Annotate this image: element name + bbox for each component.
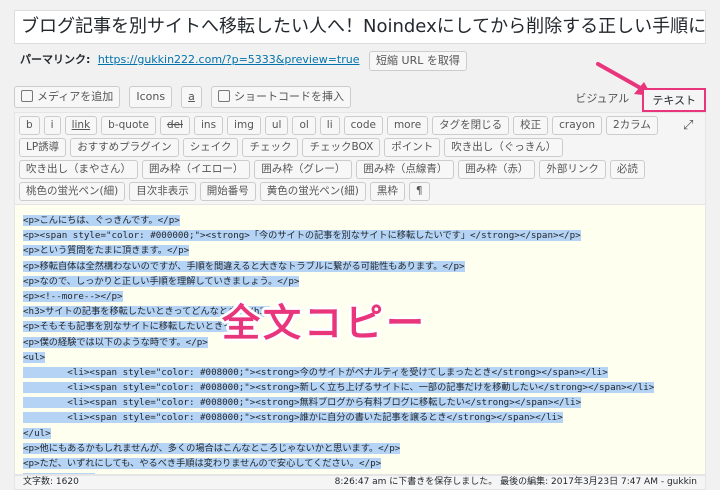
quicktag-button[interactable]: 校正 bbox=[513, 116, 549, 135]
quicktag-button[interactable]: ¶ bbox=[408, 182, 430, 201]
quicktag-button[interactable]: 吹き出し（まやさん） bbox=[19, 160, 138, 179]
quicktag-button[interactable]: img bbox=[227, 116, 261, 135]
quicktag-button[interactable]: 黒枠 bbox=[369, 182, 405, 201]
quicktag-button[interactable]: b-quote bbox=[101, 116, 156, 135]
quicktag-button[interactable]: 桃色の蛍光ペン(細) bbox=[19, 182, 126, 201]
quicktag-button[interactable]: 黄色の蛍光ペン(細) bbox=[259, 182, 366, 201]
amazon-button[interactable]: a bbox=[181, 86, 202, 108]
quicktag-button[interactable]: 囲み枠（イエロー） bbox=[142, 160, 251, 179]
quicktag-button[interactable]: ポイント bbox=[384, 138, 441, 157]
fullscreen-expand-icon[interactable]: ⤢ bbox=[683, 119, 697, 133]
quicktag-button[interactable]: 必読 bbox=[609, 160, 645, 179]
code-line: <li><span style="color: #008000;"><stron… bbox=[23, 365, 705, 380]
permalink-url[interactable]: https://gukkin222.com/?p=5333&preview=tr… bbox=[98, 53, 360, 66]
quicktag-button[interactable]: ins bbox=[194, 116, 224, 135]
code-line-text: <li><span style="color: #008000;"><stron… bbox=[23, 412, 563, 424]
quicktag-button[interactable]: チェック bbox=[242, 138, 299, 157]
code-line: <li><span style="color: #008000;"><stron… bbox=[23, 380, 705, 395]
code-line-text: <p>こんにちは、ぐっきんです。</p> bbox=[23, 215, 180, 226]
code-line: <p>こんにちは、ぐっきんです。</p> bbox=[23, 213, 705, 228]
quicktag-button[interactable]: i bbox=[43, 116, 61, 135]
code-line-text: <p><span style="color: #000000;"><strong… bbox=[23, 230, 581, 242]
code-line-text: <li><span style="color: #008000;"><stron… bbox=[23, 366, 608, 378]
icons-button[interactable]: Icons bbox=[129, 86, 173, 108]
quicktag-buttons: b i link b-quote del ins img ul ol li code more タグを閉… bbox=[19, 116, 669, 201]
quicktag-button[interactable]: LP誘導 bbox=[19, 138, 67, 157]
quicktag-button[interactable]: タグを閉じる bbox=[432, 116, 510, 135]
quicktag-button[interactable]: link bbox=[64, 116, 98, 135]
quicktag-button[interactable]: 囲み枠（グレー） bbox=[254, 160, 353, 179]
media-buttons: メディアを追加 Icons a ショートコードを挿入 bbox=[14, 86, 355, 108]
quicktag-button[interactable]: b bbox=[19, 116, 40, 135]
quicktag-button[interactable]: li bbox=[319, 116, 340, 135]
quicktag-button[interactable]: 外部リンク bbox=[539, 160, 606, 179]
code-line-text: <ul> bbox=[23, 351, 46, 363]
code-line-text: <li><span style="color: #008000;"><stron… bbox=[23, 382, 655, 394]
insert-shortcode-button[interactable]: ショートコードを挿入 bbox=[211, 86, 351, 108]
code-line-text: <p>他にもあるかもしれませんが、多くの場合はこんなところじゃないかと思います。… bbox=[23, 442, 401, 454]
code-line: <p>移転自体は全然構わないのですが、手順を間違えると大きなトラブルに繋がる可能… bbox=[23, 259, 705, 274]
code-line-text: <p>という質問をたまに頂きます。</p> bbox=[23, 245, 190, 257]
code-line-text: <p>僕の経験では以下のような時です。</p> bbox=[23, 336, 208, 348]
code-line: <p>他にもあるかもしれませんが、多くの場合はこんなところじゃないかと思います。… bbox=[23, 441, 705, 456]
quicktags-toolbar: b i link b-quote del ins img ul ol li code more タグを閉… bbox=[14, 112, 706, 205]
code-line-text: <p><!--more--></p> bbox=[23, 290, 123, 302]
quicktag-button[interactable]: 囲み枠（赤） bbox=[458, 160, 536, 179]
quicktag-button[interactable]: シェイク bbox=[182, 138, 239, 157]
permalink-label: パーマリンク: bbox=[20, 53, 91, 66]
quicktag-button[interactable]: 囲み枠（点線青） bbox=[356, 160, 455, 179]
code-line-text: <p>移転自体は全然構わないのですが、手順を間違えると大きなトラブルに繋がる可能… bbox=[23, 260, 465, 272]
code-line-text: <p>そもそも記事を別なサイトに移転したいときっ bbox=[23, 321, 232, 333]
media-icon bbox=[21, 90, 33, 102]
quicktag-button[interactable]: チェックBOX bbox=[302, 138, 381, 157]
shortcode-icon bbox=[218, 90, 230, 102]
tab-text[interactable]: テキスト bbox=[642, 88, 706, 112]
status-bar: 文字数: 1620 8:26:47 am に下書きを保存しました。 最後の編集:… bbox=[14, 475, 706, 490]
code-line: <p>ただ、いずれにしても、やるべき手順は変わりませんので安心してください。</… bbox=[23, 456, 705, 471]
quicktag-button[interactable]: 目次非表示 bbox=[129, 182, 196, 201]
tab-visual[interactable]: ビジュアル bbox=[567, 88, 637, 112]
code-line-text: <p>なので、しっかりと正しい手順を理解していきましょう。</p> bbox=[23, 275, 300, 287]
code-line: <ul> bbox=[23, 350, 705, 365]
code-line: <p>なので、しっかりと正しい手順を理解していきましょう。</p> bbox=[23, 274, 705, 289]
quicktag-button[interactable]: 2カラム bbox=[605, 116, 658, 135]
post-title-input[interactable]: ブログ記事を別サイトへ移転したい人へ！Noindexにしてから削除する正しい手順… bbox=[14, 10, 706, 44]
code-line-text: <li><span style="color: #008000;"><stron… bbox=[23, 397, 582, 409]
add-media-button[interactable]: メディアを追加 bbox=[14, 86, 121, 108]
quicktag-button[interactable]: del bbox=[159, 116, 190, 135]
code-line: <li><span style="color: #008000;"><stron… bbox=[23, 410, 705, 425]
autosave-status: 8:26:47 am に下書きを保存しました。 最後の編集: 2017年3月23… bbox=[334, 477, 697, 487]
quicktag-button[interactable]: crayon bbox=[552, 116, 602, 135]
code-line-text: </ul> bbox=[23, 427, 51, 439]
code-line: <p>という質問をたまに頂きます。</p> bbox=[23, 243, 705, 258]
quicktag-button[interactable]: 吹き出し（ぐっきん） bbox=[444, 138, 564, 157]
permalink-row: パーマリンク: https://gukkin222.com/?p=5333&pr… bbox=[20, 51, 467, 71]
insert-shortcode-label: ショートコードを挿入 bbox=[234, 90, 344, 103]
add-media-label: メディアを追加 bbox=[37, 90, 114, 103]
overlay-caption: 全文コピー bbox=[222, 301, 428, 345]
code-line-text: <p>ただ、いずれにしても、やるべき手順は変わりませんので安心してください。</… bbox=[23, 458, 382, 469]
code-line: <li><span style="color: #008000;"><stron… bbox=[23, 395, 705, 410]
quicktag-button[interactable]: おすすめプラグイン bbox=[70, 138, 179, 157]
word-count: 文字数: 1620 bbox=[23, 477, 79, 487]
quicktag-button[interactable]: ol bbox=[292, 116, 316, 135]
code-line: <p><span style="color: #000000;"><strong… bbox=[23, 228, 705, 243]
editor-tabs: ビジュアル テキスト bbox=[567, 88, 706, 112]
quicktag-button[interactable]: 開始番号 bbox=[199, 182, 256, 201]
quicktag-button[interactable]: code bbox=[343, 116, 383, 135]
get-shortlink-button[interactable]: 短縮 URL を取得 bbox=[369, 51, 467, 71]
quicktag-button[interactable]: ul bbox=[264, 116, 289, 135]
quicktag-button[interactable]: more bbox=[386, 116, 429, 135]
code-line: </ul> bbox=[23, 426, 705, 441]
